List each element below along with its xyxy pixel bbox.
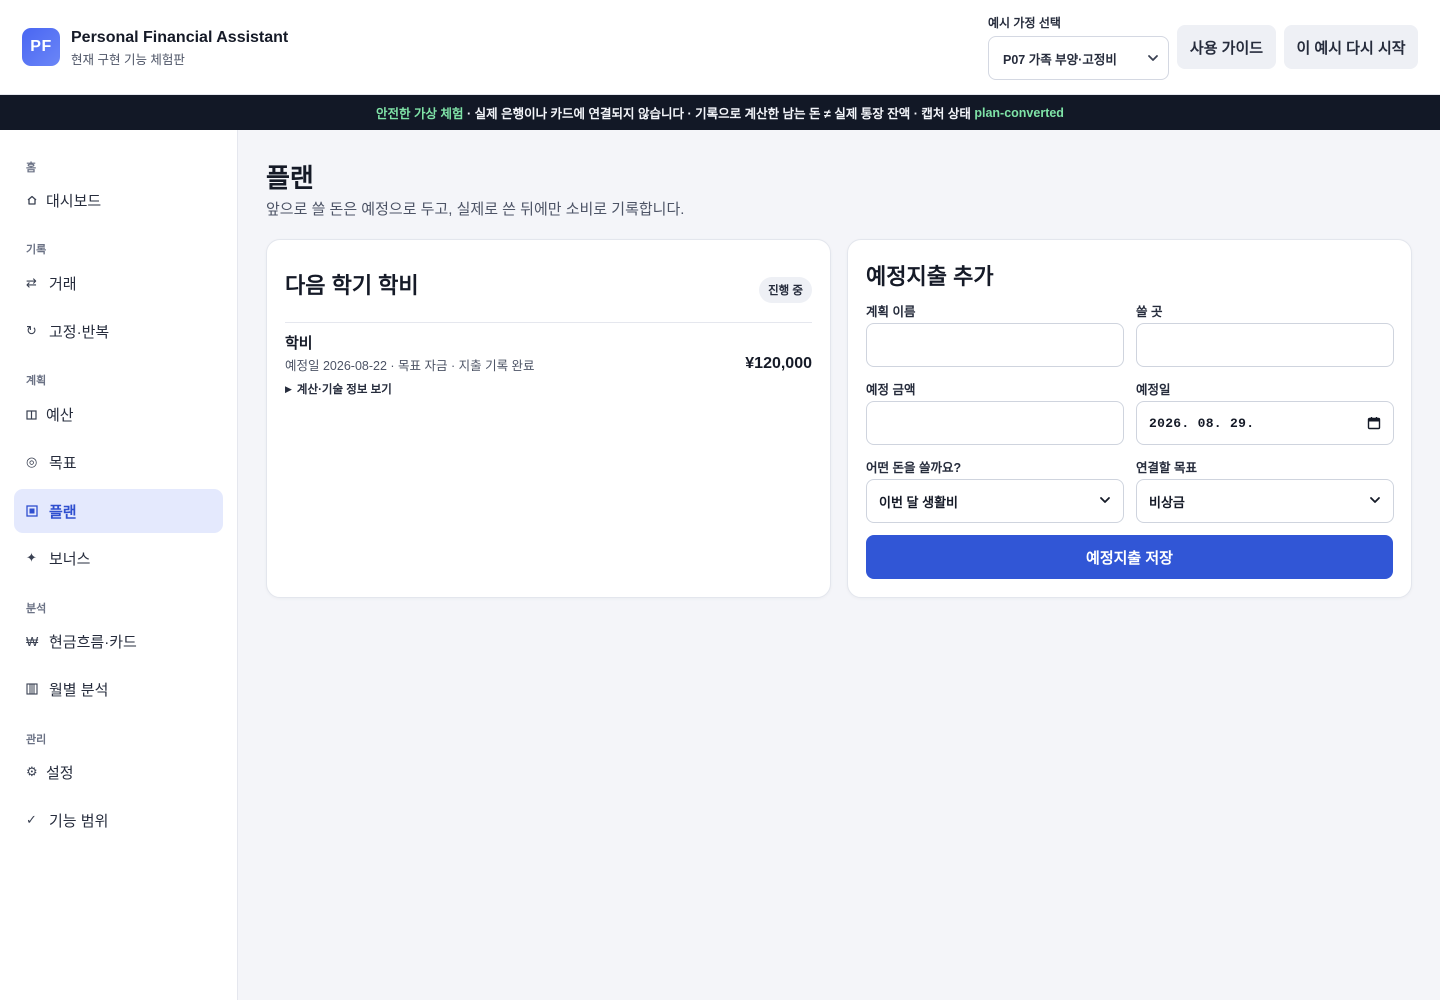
plan-name-input[interactable] xyxy=(866,323,1124,367)
page-title: 플랜 xyxy=(266,163,314,193)
app-title: Personal Financial Assistant xyxy=(71,29,289,46)
restart-example-button[interactable]: 이 예시 다시 시작 xyxy=(1284,25,1418,69)
money-source-label: 어떤 돈을 쓸까요? xyxy=(866,461,962,475)
sidebar-item-label: 보너스 xyxy=(49,550,91,568)
plan-name-label: 계획 이름 xyxy=(866,305,916,319)
sidebar-item-label: 목표 xyxy=(49,454,77,472)
sidebar-item-bonus[interactable]: ✦ 보너스 xyxy=(14,536,223,580)
plan-title: 다음 학기 학비 xyxy=(285,273,419,298)
banner-state: plan-converted xyxy=(974,105,1064,120)
sidebar: 홈 대시보드 기록 ⇄ 거래 ↻ 고정·반복 계획 예산 ◎ 목표 플랜 ✦ 보… xyxy=(0,130,238,1000)
details-toggle[interactable]: ▶ 계산·기술 정보 보기 xyxy=(285,381,392,397)
details-toggle-label: 계산·기술 정보 보기 xyxy=(296,384,392,396)
chevron-down-icon xyxy=(1099,494,1111,509)
calendar-icon[interactable] xyxy=(1367,416,1381,434)
repeat-icon: ↻ xyxy=(26,323,37,338)
sidebar-item-monthly-analysis[interactable]: 월별 분석 xyxy=(14,667,223,711)
target-icon: ◎ xyxy=(26,454,38,469)
money-source-select[interactable]: 이번 달 생활비 xyxy=(866,479,1124,523)
sidebar-item-label: 현금흐름·카드 xyxy=(49,633,137,651)
date-value: 2026. 08. 29. xyxy=(1149,415,1255,431)
amount-input[interactable] xyxy=(866,401,1124,445)
guide-button[interactable]: 사용 가이드 xyxy=(1177,25,1276,69)
add-planned-expense-card: 예정지출 추가 계획 이름 쓸 곳 예정 금액 예정일 2026. 08. 29… xyxy=(847,239,1412,598)
divider xyxy=(285,322,812,323)
triangle-right-icon: ▶ xyxy=(285,383,292,394)
sidebar-item-label: 월별 분석 xyxy=(49,681,109,699)
plan-item-name: 학비 xyxy=(285,335,313,352)
date-label: 예정일 xyxy=(1136,383,1171,397)
plan-item-amount: ¥120,000 xyxy=(745,355,812,372)
household-select-value: P07 가족 부양·고정비 xyxy=(1003,52,1117,67)
banner-text: · 실제 은행이나 카드에 연결되지 않습니다 · 기록으로 계산한 남는 돈 … xyxy=(463,107,975,121)
sidebar-section-analysis: 분석 xyxy=(26,603,47,615)
sidebar-item-label: 고정·반복 xyxy=(49,323,110,341)
plan-card: 다음 학기 학비 진행 중 학비 예정일 2026-08-22 · 목표 자금 … xyxy=(266,239,831,598)
save-planned-expense-button[interactable]: 예정지출 저장 xyxy=(866,535,1393,579)
sidebar-item-recurring[interactable]: ↻ 고정·반복 xyxy=(14,309,223,353)
sidebar-item-dashboard[interactable]: 대시보드 xyxy=(14,178,223,222)
app-header: PF Personal Financial Assistant 현재 구현 기능… xyxy=(0,0,1440,95)
sidebar-item-cashflow[interactable]: ₩ 현금흐름·카드 xyxy=(14,619,223,663)
banner-highlight: 안전한 가상 체험 xyxy=(376,107,464,121)
won-icon: ₩ xyxy=(26,633,39,649)
sidebar-item-label: 기능 범위 xyxy=(49,812,109,830)
home-icon xyxy=(26,194,46,206)
app-logo: PF xyxy=(22,28,60,66)
sidebar-item-budget[interactable]: 예산 xyxy=(14,392,223,436)
plan-icon xyxy=(26,505,49,517)
money-source-value: 이번 달 생활비 xyxy=(879,494,958,510)
sidebar-item-label: 설정 xyxy=(46,764,74,782)
plan-item-meta: 예정일 2026-08-22 · 목표 자금 · 지출 기록 완료 xyxy=(285,359,535,373)
chevron-down-icon xyxy=(1369,494,1381,509)
sparkle-icon: ✦ xyxy=(26,550,37,565)
sidebar-item-label: 대시보드 xyxy=(46,192,102,210)
sidebar-section-records: 기록 xyxy=(26,244,47,256)
place-label: 쓸 곳 xyxy=(1136,305,1163,319)
form-title: 예정지출 추가 xyxy=(866,264,994,289)
budget-icon xyxy=(26,409,46,420)
page-description: 앞으로 쓸 돈은 예정으로 두고, 실제로 쓴 뒤에만 소비로 기록합니다. xyxy=(266,201,685,218)
bars-icon xyxy=(26,683,49,695)
sidebar-section-planning: 계획 xyxy=(26,375,47,387)
sidebar-item-feature-scope[interactable]: ✓ 기능 범위 xyxy=(14,798,223,842)
sidebar-item-transactions[interactable]: ⇄ 거래 xyxy=(14,261,223,305)
sidebar-item-plan[interactable]: 플랜 xyxy=(14,489,223,533)
swap-icon: ⇄ xyxy=(26,275,37,290)
sidebar-item-label: 거래 xyxy=(49,275,77,293)
check-icon: ✓ xyxy=(26,812,37,827)
goal-value: 비상금 xyxy=(1149,494,1185,510)
app-subtitle: 현재 구현 기능 체험판 xyxy=(71,53,185,67)
date-input[interactable]: 2026. 08. 29. xyxy=(1136,401,1394,445)
safety-banner: 안전한 가상 체험 · 실제 은행이나 카드에 연결되지 않습니다 · 기록으로… xyxy=(0,95,1440,130)
sidebar-section-home: 홈 xyxy=(26,162,37,174)
sidebar-item-goals[interactable]: ◎ 목표 xyxy=(14,440,223,484)
sidebar-item-label: 플랜 xyxy=(49,503,77,521)
goal-label: 연결할 목표 xyxy=(1136,461,1197,475)
goal-select[interactable]: 비상금 xyxy=(1136,479,1394,523)
place-input[interactable] xyxy=(1136,323,1394,367)
household-select-label: 예시 가정 선택 xyxy=(988,16,1061,30)
household-select[interactable]: P07 가족 부양·고정비 xyxy=(988,36,1169,80)
chevron-down-icon xyxy=(1147,52,1159,67)
sidebar-section-manage: 관리 xyxy=(26,734,47,746)
amount-label: 예정 금액 xyxy=(866,383,916,397)
sidebar-item-label: 예산 xyxy=(46,406,74,424)
gear-icon: ⚙ xyxy=(26,764,38,779)
sidebar-item-settings[interactable]: ⚙ 설정 xyxy=(14,750,223,794)
status-badge: 진행 중 xyxy=(759,277,812,303)
